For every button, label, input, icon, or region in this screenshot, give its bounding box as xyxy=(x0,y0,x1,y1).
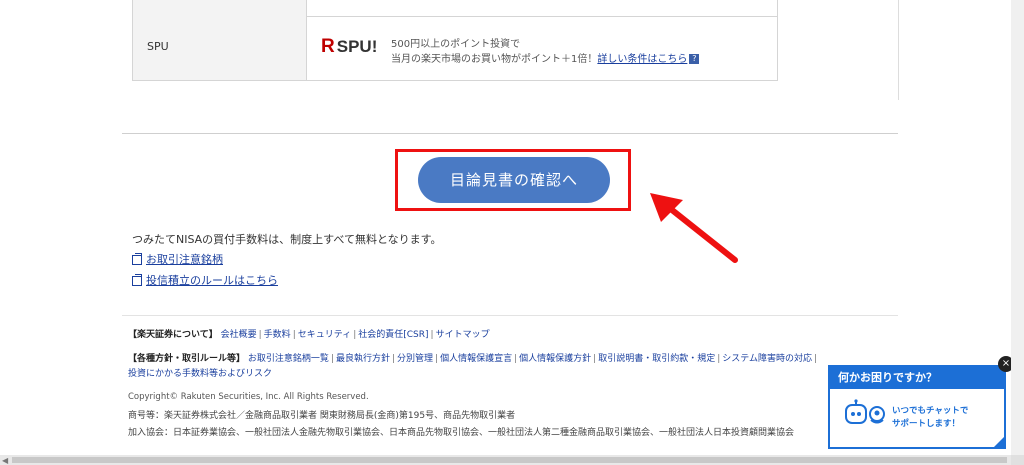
footer-link-company[interactable]: 会社概要 xyxy=(221,330,257,340)
chat-title: 何かお困りですか？ xyxy=(830,367,1004,389)
footer-about-heading: 【楽天証券について】 xyxy=(128,330,218,340)
table-row-top xyxy=(132,0,778,17)
table-row-spu: SPU R SPU! 500円以上のポイント投資で 当月の楽天市場のお買い物がポイ… xyxy=(132,16,778,81)
divider xyxy=(122,133,898,134)
rakuten-r-logo: R xyxy=(321,36,335,57)
scroll-left-icon[interactable]: ◀ xyxy=(2,456,8,465)
red-arrow-annotation xyxy=(650,193,738,263)
chat-widget[interactable]: 何かお困りですか？ いつでもチャットで サポートします！ xyxy=(828,365,1006,449)
help-icon[interactable]: ? xyxy=(689,54,700,64)
footer-link-fees-risks[interactable]: 投資にかかる手数料等およびリスク xyxy=(128,369,272,379)
footer-link-csr[interactable]: 社会的責任[CSR] xyxy=(358,330,428,340)
table-label-cell xyxy=(133,0,307,16)
footer-link-terms[interactable]: 取引説明書・取引約款・規定 xyxy=(598,354,715,364)
footer-link-system-failure[interactable]: システム障害時の対応 xyxy=(722,354,812,364)
vertical-scrollbar[interactable] xyxy=(1011,0,1024,455)
registration-info: 商号等：楽天証券株式会社／金融商品取引業者 関東財務局長(金商)第195号、商品… xyxy=(128,411,516,421)
content-right-border xyxy=(898,0,899,100)
spu-detail-link[interactable]: 詳しい条件はこちら xyxy=(597,54,687,65)
table-label-cell-spu: SPU xyxy=(133,16,307,80)
footer-policy-row-2: 投資にかかる手数料等およびリスク xyxy=(128,366,272,379)
spu-label: SPU xyxy=(147,40,169,53)
chat-robot-icon xyxy=(845,399,885,424)
footer-link-segregation[interactable]: 分別管理 xyxy=(397,354,433,364)
rules-link-row: 投信積立のルールはこちら xyxy=(132,272,278,288)
footer-link-best-execution[interactable]: 最良執行方針 xyxy=(336,354,390,364)
footer-link-fees[interactable]: 手数料 xyxy=(264,330,291,340)
footer-divider xyxy=(122,315,898,316)
copyright: Copyright© Rakuten Securities, Inc. All … xyxy=(128,392,369,402)
footer-about-row: 【楽天証券について】 会社概要 | 手数料 | セキュリティ | 社会的責任[CSR] | サイ… xyxy=(128,330,490,340)
prospectus-confirm-button[interactable]: 目論見書の確認へ xyxy=(418,157,610,203)
spu-description-line1: 500円以上のポイント投資で xyxy=(391,39,521,50)
footer-link-security[interactable]: セキュリティ xyxy=(298,330,351,340)
external-window-icon xyxy=(132,274,142,286)
footer-link-privacy-declaration[interactable]: 個人情報保護宣言 xyxy=(440,354,512,364)
chat-corner-decoration xyxy=(994,437,1004,447)
caution-link-row: お取引注意銘柄 xyxy=(132,251,223,267)
footer-link-privacy-policy[interactable]: 個人情報保護方針 xyxy=(519,354,591,364)
association-info: 加入協会：日本証券業協会、一般社団法人金融先物取引業協会、日本商品先物取引協会、… xyxy=(128,428,795,438)
footer-link-caution-list[interactable]: お取引注意銘柄一覧 xyxy=(248,354,329,364)
spu-logo: R SPU! xyxy=(321,36,378,57)
external-window-icon xyxy=(132,253,142,265)
spu-description-line2: 当月の楽天市場のお買い物がポイント＋1倍！詳しい条件はこちら? xyxy=(391,50,700,65)
chat-message: いつでもチャットで サポートします！ xyxy=(892,406,969,429)
horizontal-scrollbar-thumb[interactable] xyxy=(12,457,1007,463)
scrollbar-corner xyxy=(1011,455,1024,465)
caution-stocks-link[interactable]: お取引注意銘柄 xyxy=(146,253,223,266)
fund-rules-link[interactable]: 投信積立のルールはこちら xyxy=(146,274,278,287)
footer-policy-row: 【各種方針・取引ルール等】 お取引注意銘柄一覧 | 最良執行方針 | 分別管理 | 個人情報… xyxy=(128,354,818,364)
footer-policy-heading: 【各種方針・取引ルール等】 xyxy=(128,354,246,364)
nisa-fee-note: つみたてNISAの買付手数料は、制度上すべて無料となります。 xyxy=(132,233,442,246)
footer-link-sitemap[interactable]: サイトマップ xyxy=(436,330,490,340)
